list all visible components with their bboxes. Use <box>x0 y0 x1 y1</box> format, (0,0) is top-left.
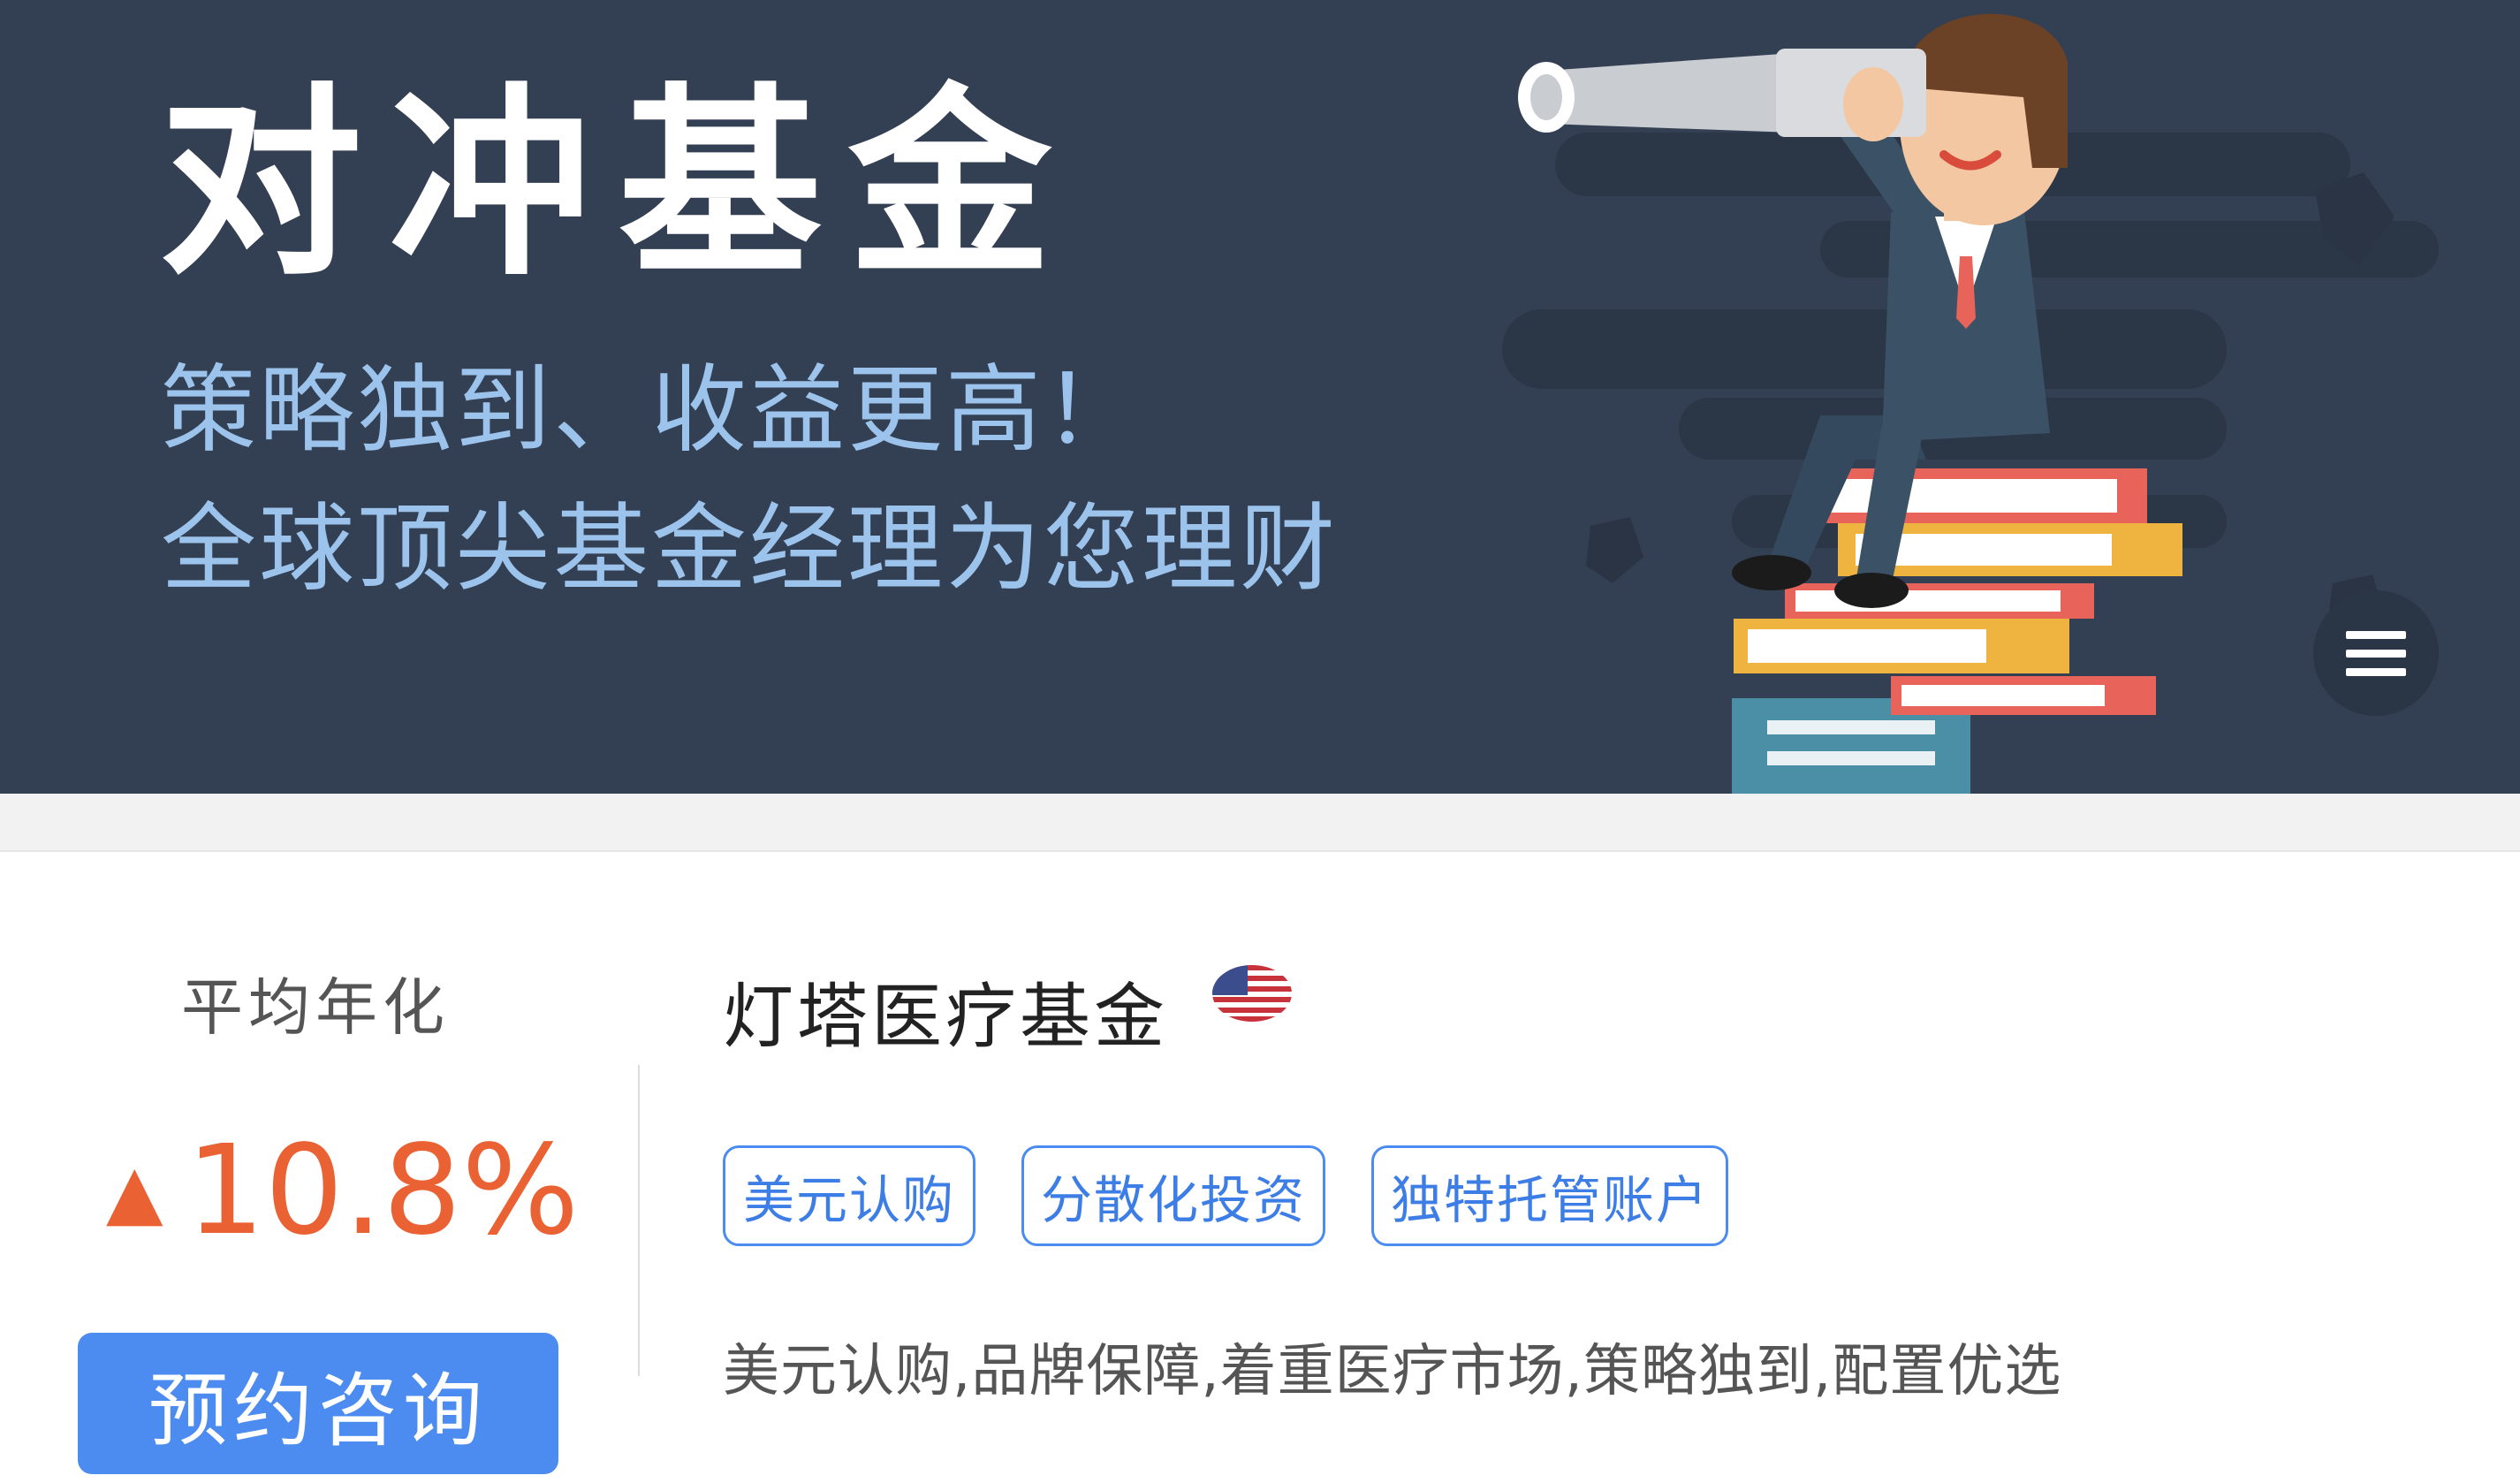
yield-number: 10.8% <box>186 1119 580 1263</box>
fund-name: 灯塔医疗基金 <box>723 976 1168 1058</box>
us-flag-icon <box>1212 965 1292 1022</box>
yield-label: 平均年化 <box>181 971 450 1044</box>
yield-value: ▲ 10.8% <box>106 1121 579 1262</box>
menu-button[interactable] <box>2313 590 2439 716</box>
tag-custody-account[interactable]: 独特托管账户 <box>1371 1145 1728 1246</box>
hero-banner: 对冲基金 策略独到、收益更高！ 全球顶尖基金经理为您理财 <box>0 0 2520 794</box>
fund-description: 美元认购,品牌保障,着重医疗市场,策略独到,配置优选 <box>723 1339 2062 1404</box>
up-arrow-icon: ▲ <box>106 1148 163 1235</box>
consult-button[interactable]: 预约咨询 <box>78 1333 558 1474</box>
section-divider <box>0 794 2520 852</box>
banner-title: 对冲基金 <box>159 67 1078 303</box>
tag-diversified-investment[interactable]: 分散化投资 <box>1021 1145 1325 1246</box>
tag-usd-subscription[interactable]: 美元认购 <box>723 1145 975 1246</box>
banner-subtitle: 全球顶尖基金经理为您理财 <box>161 494 1339 605</box>
hamburger-menu-icon <box>2346 630 2406 639</box>
banner-slogan: 策略独到、收益更高！ <box>161 355 1142 466</box>
vertical-divider <box>638 1065 640 1376</box>
